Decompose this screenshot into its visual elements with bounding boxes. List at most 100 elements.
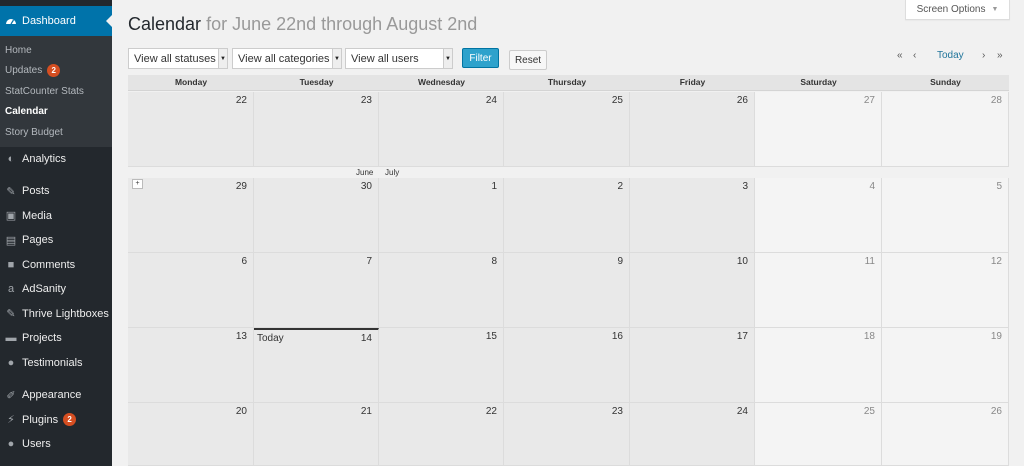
- menu-projects-label: Projects: [22, 332, 62, 345]
- pages-icon: ▤: [5, 234, 17, 247]
- menu-appearance[interactable]: ✐ Appearance: [0, 383, 112, 408]
- calendar-day-cell[interactable]: 24: [630, 403, 755, 466]
- menu-analytics[interactable]: ◐ Analytics: [0, 147, 112, 172]
- calendar-day-cell[interactable]: 26: [882, 403, 1009, 466]
- menu-comments[interactable]: ■ Comments: [0, 253, 112, 278]
- day-number: 24: [736, 406, 748, 417]
- day-number: 27: [863, 95, 875, 106]
- calendar-day-cell[interactable]: 6: [128, 253, 254, 328]
- calendar-day-cell[interactable]: 30: [254, 178, 379, 253]
- calendar-day-cell[interactable]: 2: [504, 178, 630, 253]
- day-number: 13: [235, 331, 247, 342]
- day-number: 26: [990, 406, 1002, 417]
- calendar-day-header: Monday Tuesday Wednesday Thursday Friday Satu…: [128, 75, 1009, 91]
- calendar-day-cell[interactable]: 5: [882, 178, 1009, 253]
- day-number: 22: [235, 95, 247, 106]
- calendar-day-cell[interactable]: 11: [755, 253, 882, 328]
- nav-next-button[interactable]: ›: [982, 50, 985, 61]
- menu-adsanity[interactable]: a AdSanity: [0, 277, 112, 302]
- plug-icon: ⚡: [7, 414, 15, 427]
- day-number: 10: [736, 256, 748, 267]
- menu-projects[interactable]: ▬ Projects: [0, 326, 112, 351]
- submenu-home[interactable]: Home: [0, 40, 112, 61]
- calendar-day-cell[interactable]: 20: [128, 403, 254, 466]
- calendar-day-cell[interactable]: 7: [254, 253, 379, 328]
- submenu-updates[interactable]: Updates 2: [0, 61, 112, 82]
- day-number: 22: [485, 406, 497, 417]
- day-number: 14: [360, 333, 372, 344]
- reset-button[interactable]: Reset: [509, 50, 547, 70]
- brush-icon: ✐: [6, 389, 16, 402]
- calendar-day-cell[interactable]: 19: [882, 328, 1009, 403]
- calendar-day-cell[interactable]: 3: [630, 178, 755, 253]
- calendar-day-cell[interactable]: 21: [254, 403, 379, 466]
- calendar-day-cell[interactable]: 12: [882, 253, 1009, 328]
- status-select[interactable]: View all statuses ▼: [128, 48, 228, 69]
- nav-first-button[interactable]: «: [897, 50, 903, 61]
- calendar-day-cell[interactable]: 18: [755, 328, 882, 403]
- user-select[interactable]: View all users ▼: [345, 48, 453, 69]
- calendar-day-cell[interactable]: 17: [630, 328, 755, 403]
- calendar-day-cell[interactable]: 25: [755, 403, 882, 466]
- chart-icon: ◐: [7, 152, 15, 165]
- calendar-day-cell[interactable]: 13: [128, 328, 254, 403]
- calendar-day-cell[interactable]: 22: [128, 92, 254, 167]
- calendar-day-cell[interactable]: 26: [630, 92, 755, 167]
- calendar-grid: Monday Tuesday Wednesday Thursday Friday Satu…: [128, 75, 1009, 466]
- select-arrow-icon: ▼: [443, 49, 452, 68]
- month-label-june: June: [356, 168, 374, 177]
- dashboard-submenu: Home Updates 2 StatCounter Stats Calendar…: [0, 36, 112, 147]
- submenu-story-budget[interactable]: Story Budget: [0, 122, 112, 143]
- updates-count-badge: 2: [47, 64, 61, 78]
- nav-prev-button[interactable]: ‹: [913, 50, 916, 61]
- nav-last-button[interactable]: »: [997, 50, 1003, 61]
- page-title-main: Calendar: [128, 14, 202, 34]
- calendar-day-cell[interactable]: 10: [630, 253, 755, 328]
- calendar-day-cell[interactable]: 4: [755, 178, 882, 253]
- day-name-thursday: Thursday: [547, 77, 587, 87]
- calendar-day-cell[interactable]: 15: [379, 328, 504, 403]
- calendar-day-cell[interactable]: 25: [504, 92, 630, 167]
- calendar-day-cell[interactable]: 23: [504, 403, 630, 466]
- day-number: 17: [736, 331, 748, 342]
- calendar-day-cell[interactable]: 27: [755, 92, 882, 167]
- day-number: 5: [996, 181, 1002, 192]
- calendar-day-cell[interactable]: 28: [882, 92, 1009, 167]
- day-number: 18: [863, 331, 875, 342]
- calendar-day-cell[interactable]: 8: [379, 253, 504, 328]
- menu-dashboard[interactable]: Dashboard: [0, 6, 112, 36]
- screen-options-button[interactable]: Screen Options ▼: [905, 0, 1010, 20]
- calendar-day-cell[interactable]: 16: [504, 328, 630, 403]
- menu-users[interactable]: ● Users: [0, 432, 112, 457]
- menu-plugins[interactable]: ⚡ Plugins 2: [0, 408, 112, 433]
- page-title: Calendar for June 22nd through August 2n…: [128, 14, 477, 35]
- menu-posts[interactable]: ✎ Posts: [0, 179, 112, 204]
- calendar-day-cell[interactable]: 9: [504, 253, 630, 328]
- day-name-friday: Friday: [679, 77, 706, 87]
- submenu-calendar-label: Calendar: [5, 106, 48, 118]
- nav-today-button[interactable]: Today: [937, 50, 964, 61]
- day-number: 23: [360, 95, 372, 106]
- category-select[interactable]: View all categories ▼: [232, 48, 342, 69]
- calendar-day-cell[interactable]: 22: [379, 403, 504, 466]
- submenu-calendar[interactable]: Calendar: [0, 102, 112, 123]
- comment-icon: ■: [7, 258, 15, 271]
- expand-week-button[interactable]: +: [132, 179, 143, 189]
- day-number: 4: [869, 181, 875, 192]
- calendar-day-cell[interactable]: 23: [254, 92, 379, 167]
- calendar-day-cell[interactable]: 24: [379, 92, 504, 167]
- day-number: 19: [990, 331, 1002, 342]
- calendar-day-cell[interactable]: 29: [128, 178, 254, 253]
- day-number: 25: [863, 406, 875, 417]
- day-number: 1: [491, 181, 497, 192]
- calendar-day-cell[interactable]: 14 Today: [254, 328, 379, 403]
- menu-thrive-lightboxes-label: Thrive Lightboxes: [22, 307, 109, 320]
- menu-pages[interactable]: ▤ Pages: [0, 228, 112, 253]
- menu-media[interactable]: ▣ Media: [0, 204, 112, 229]
- submenu-statcounter[interactable]: StatCounter Stats: [0, 81, 112, 102]
- filter-button[interactable]: Filter: [462, 48, 499, 68]
- menu-testimonials[interactable]: ● Testimonials: [0, 351, 112, 376]
- menu-adsanity-label: AdSanity: [22, 283, 67, 296]
- menu-thrive-lightboxes[interactable]: ✎ Thrive Lightboxes: [0, 302, 112, 327]
- calendar-day-cell[interactable]: 1: [379, 178, 504, 253]
